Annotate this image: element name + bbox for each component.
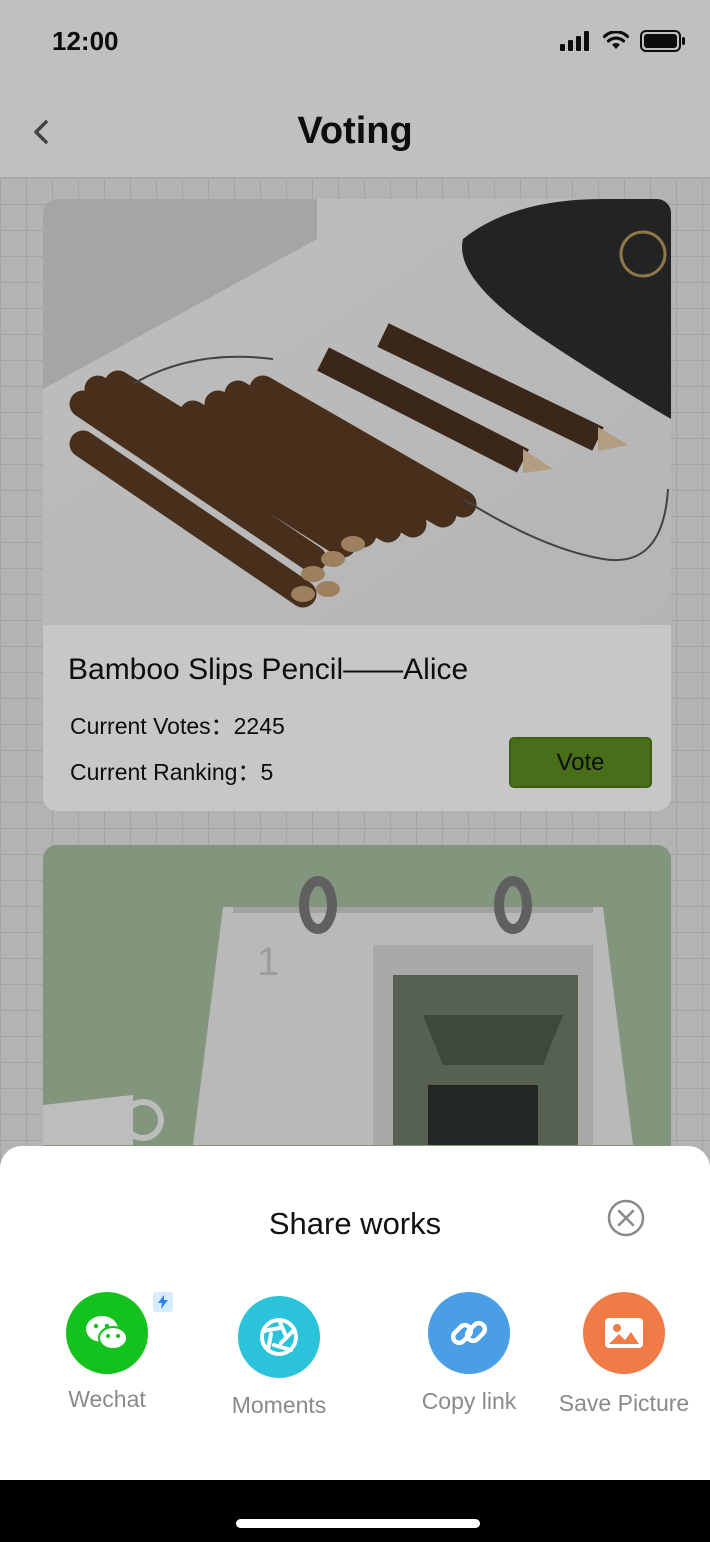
share-sheet: Share works Wechat Moments Copy link Sav…: [0, 1146, 710, 1480]
screen: 12:00 Voting Bamboo Slips Pencil——Alice …: [0, 0, 710, 1542]
share-save-picture[interactable]: Save Picture: [551, 1292, 697, 1417]
close-icon[interactable]: [606, 1198, 646, 1238]
share-label: Copy link: [421, 1388, 517, 1414]
share-label: Moments: [231, 1392, 327, 1418]
share-wechat[interactable]: Wechat: [57, 1292, 157, 1413]
wechat-icon: [66, 1292, 148, 1374]
lightning-badge-icon: [153, 1292, 173, 1312]
share-label: Save Picture: [558, 1390, 690, 1416]
share-moments[interactable]: Moments: [219, 1296, 339, 1419]
link-icon: [428, 1292, 510, 1374]
home-indicator[interactable]: [236, 1519, 480, 1528]
picture-icon: [583, 1292, 665, 1374]
moments-icon: [238, 1296, 320, 1378]
share-sheet-title: Share works: [268, 1206, 442, 1241]
share-label: Wechat: [68, 1386, 146, 1412]
home-bar: [0, 1480, 710, 1542]
share-copy-link[interactable]: Copy link: [409, 1292, 529, 1415]
